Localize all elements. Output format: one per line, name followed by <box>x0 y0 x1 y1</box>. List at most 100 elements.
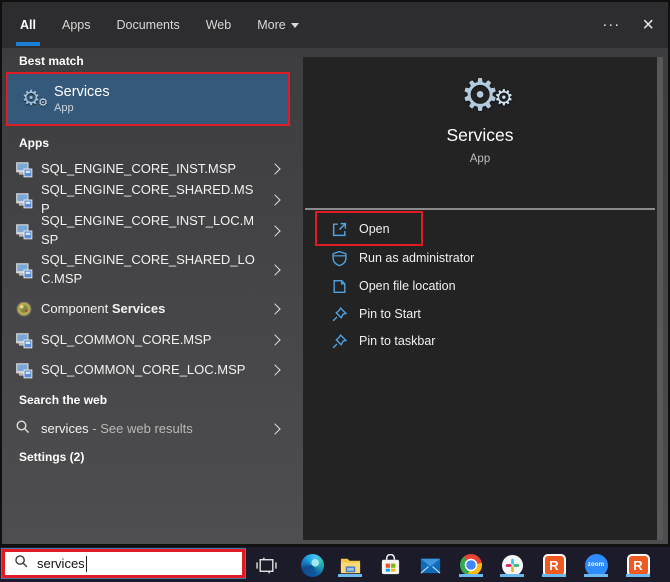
list-item-label: SQL_ENGINE_CORE_INST.MSP <box>41 160 237 176</box>
zoom-icon[interactable]: zoom <box>584 553 608 577</box>
running-indicator <box>542 574 566 577</box>
detail-panel: ⚙ ⚙ Services App Open Run as administrato… <box>303 57 657 540</box>
chevron-right-icon[interactable] <box>269 194 281 206</box>
close-icon[interactable]: × <box>642 15 654 35</box>
tab-more-label: More <box>257 18 286 32</box>
tab-all[interactable]: All <box>16 2 40 48</box>
tab-apps-label: Apps <box>61 18 91 32</box>
detail-app-title: Services <box>446 125 514 145</box>
chevron-right-icon[interactable] <box>269 264 281 276</box>
running-indicator <box>626 574 650 577</box>
action-run-as-administrator[interactable]: Run as administrator <box>303 244 657 272</box>
running-indicator <box>338 574 362 577</box>
ringcentral-icon[interactable]: R <box>542 553 566 577</box>
chevron-right-icon[interactable] <box>269 225 281 237</box>
action-pin-to-taskbar[interactable]: Pin to taskbar <box>303 327 657 355</box>
list-item-sql-engine-core-inst[interactable]: SQL_ENGINE_CORE_INST.MSP <box>2 154 295 184</box>
edge-logo <box>300 553 324 577</box>
chevron-right-icon[interactable] <box>269 364 281 376</box>
best-match-title: Services <box>54 84 110 100</box>
task-view-icon[interactable] <box>254 553 278 577</box>
divider <box>305 208 655 210</box>
services-gear-small-icon: ⚙ <box>493 85 514 110</box>
screen: All Apps Documents Web More ··· × Best m… <box>0 0 670 582</box>
component-services-icon <box>15 300 33 318</box>
slack-icon[interactable] <box>500 553 524 577</box>
list-item-sql-engine-core-shared[interactable]: SQL_ENGINE_CORE_SHARED.MSP <box>2 182 295 216</box>
topbar-actions: ··· × <box>602 2 654 48</box>
tab-more[interactable]: More <box>257 2 299 48</box>
search-web-header: Search the web <box>19 393 108 407</box>
action-label: Pin to Start <box>359 307 421 321</box>
detail-app-subtitle: App <box>469 153 491 165</box>
chrome-logo <box>460 554 482 576</box>
file-explorer-icon[interactable] <box>338 553 362 577</box>
best-match-result-services[interactable]: ⚙ ⚙ Services App <box>6 72 290 126</box>
microsoft-store-icon[interactable] <box>378 553 402 577</box>
tab-all-label: All <box>20 18 36 32</box>
installer-icon <box>15 331 33 349</box>
chrome-icon[interactable] <box>459 553 483 577</box>
installer-icon <box>15 222 33 240</box>
list-item-sql-engine-core-inst-loc[interactable]: SQL_ENGINE_CORE_INST_LOC.MSP <box>2 213 295 247</box>
list-item-sql-engine-core-shared-loc[interactable]: SQL_ENGINE_CORE_SHARED_LOC.MSP <box>2 247 295 293</box>
list-item-label: SQL_COMMON_CORE.MSP <box>41 331 212 347</box>
action-label: Run as administrator <box>359 251 475 265</box>
action-open-file-location[interactable]: Open file location <box>303 272 657 300</box>
list-item-label: SQL_ENGINE_CORE_INST_LOC.MSP <box>41 213 255 247</box>
taskbar-search-input[interactable]: services <box>2 549 245 578</box>
running-indicator <box>459 574 483 577</box>
apps-header: Apps <box>19 136 49 150</box>
installer-icon <box>15 361 33 379</box>
tab-web[interactable]: Web <box>206 2 231 48</box>
tab-apps[interactable]: Apps <box>62 2 91 48</box>
chevron-down-icon <box>290 23 299 28</box>
chevron-right-icon[interactable] <box>269 163 281 175</box>
action-label: Pin to taskbar <box>359 334 436 348</box>
list-item-component-services[interactable]: Component Services <box>2 294 295 324</box>
chevron-right-icon[interactable] <box>269 334 281 346</box>
app-hero: ⚙ ⚙ Services App <box>303 57 657 166</box>
services-gear-small-icon: ⚙ <box>38 97 48 109</box>
chevron-right-icon[interactable] <box>269 423 281 435</box>
settings-header: Settings (2) <box>19 450 85 464</box>
search-query-text: services <box>37 556 85 571</box>
list-item-label: services - See web results <box>41 420 193 436</box>
installer-icon <box>15 191 33 209</box>
list-item-label: SQL_COMMON_CORE_LOC.MSP <box>41 361 246 377</box>
installer-icon <box>15 261 33 279</box>
chevron-right-icon[interactable] <box>269 303 281 315</box>
best-match-subtitle: App <box>54 102 74 114</box>
text-caret <box>85 555 87 572</box>
shield-icon <box>331 250 348 267</box>
tab-documents[interactable]: Documents <box>116 2 179 48</box>
tab-documents-label: Documents <box>116 18 180 32</box>
action-pin-to-start[interactable]: Pin to Start <box>303 300 657 328</box>
mail-icon[interactable] <box>418 553 442 577</box>
running-indicator <box>500 574 524 577</box>
search-icon <box>15 419 33 440</box>
list-item-sql-common-core[interactable]: SQL_COMMON_CORE.MSP <box>2 325 295 355</box>
best-match-header: Best match <box>19 54 84 68</box>
scrollbar[interactable] <box>657 57 663 540</box>
pin-icon <box>331 333 348 350</box>
taskbar: services R zoom R <box>0 547 670 582</box>
edge-icon[interactable] <box>300 553 324 577</box>
pin-icon <box>331 306 348 323</box>
list-item-label: Component Services <box>41 300 166 316</box>
overflow-menu-icon[interactable]: ··· <box>602 17 620 32</box>
installer-icon <box>15 160 33 178</box>
results-panel: Best match ⚙ ⚙ Services App Apps SQL_ENGI… <box>2 48 295 544</box>
ringcentral-icon-2[interactable]: R <box>626 553 650 577</box>
annotation-box-open <box>315 211 423 246</box>
list-item-web-search[interactable]: services - See web results <box>2 414 295 444</box>
list-item-label: SQL_ENGINE_CORE_SHARED_LOC.MSP <box>41 252 255 286</box>
list-item-sql-common-core-loc[interactable]: SQL_COMMON_CORE_LOC.MSP <box>2 355 295 385</box>
action-label: Open file location <box>359 279 456 293</box>
filter-tabs: All Apps Documents Web More <box>16 2 299 48</box>
services-gear-icon-large: ⚙ ⚙ <box>460 71 514 120</box>
services-gear-icon: ⚙ ⚙ <box>8 88 54 109</box>
file-location-icon <box>331 278 348 295</box>
best-match-text: Services App <box>54 84 110 114</box>
search-icon <box>14 554 29 574</box>
